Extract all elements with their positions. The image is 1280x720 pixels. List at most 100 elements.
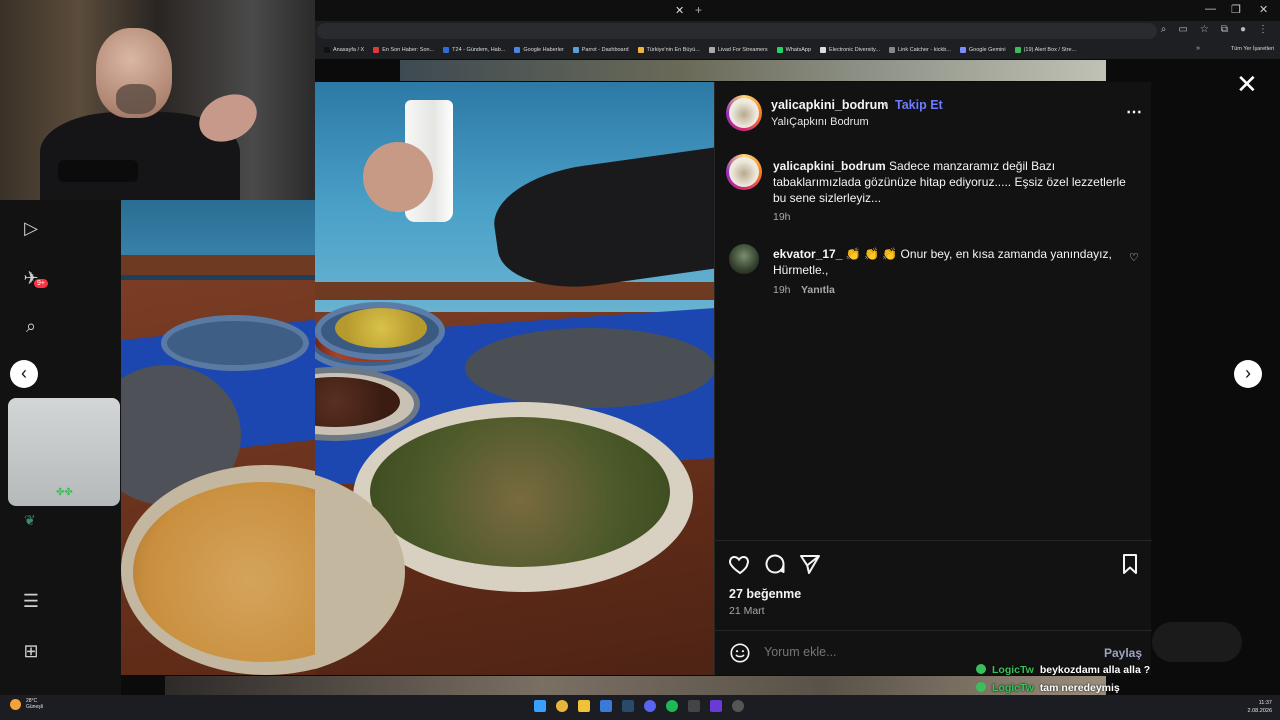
more-menu-icon[interactable]: ☰: [20, 590, 42, 612]
spotify-icon[interactable]: [666, 700, 678, 712]
comment-icon[interactable]: [763, 552, 787, 576]
bookmark-favicon-icon: [820, 47, 827, 53]
system-clock[interactable]: 11:37 2.08.2026: [1248, 699, 1272, 715]
bookmark-item[interactable]: Türkiye'nin En Büyü...: [637, 47, 700, 53]
next-post-button[interactable]: ›: [1234, 360, 1262, 388]
bookmark-label: Anasayfa / X: [333, 47, 365, 53]
bookmark-favicon-icon: [708, 47, 715, 53]
save-icon[interactable]: [1118, 552, 1142, 576]
like-comment-icon[interactable]: ♡: [1129, 251, 1139, 264]
leaf-icon: ❦: [24, 512, 36, 528]
close-tab-icon[interactable]: ✕: [675, 4, 684, 17]
bookmark-label: T24 - Gündem, Hab...: [452, 47, 506, 53]
bookmark-item[interactable]: (19) Alert Box / Stre...: [1014, 47, 1077, 53]
reply-button[interactable]: Yanıtla: [801, 284, 835, 296]
chat-text: tam neredeymiş: [1039, 682, 1120, 694]
discord-icon[interactable]: [644, 700, 656, 712]
bookmark-favicon-icon: [514, 47, 521, 53]
caption-username[interactable]: yalicapkini_bodrum: [773, 159, 886, 173]
chat-badge-icon: [976, 664, 986, 674]
previous-post-button[interactable]: ‹: [10, 360, 38, 388]
emoji-icon[interactable]: [729, 642, 751, 664]
search-icon[interactable]: ⌕: [20, 315, 42, 337]
like-icon[interactable]: [728, 552, 752, 576]
post-comment-button[interactable]: Paylaş: [1104, 646, 1142, 660]
obs-icon[interactable]: [732, 700, 744, 712]
extensions-icon[interactable]: ⧉: [1221, 24, 1228, 35]
bookmark-favicon-icon: [776, 47, 783, 53]
webcam-overlay: [0, 0, 315, 200]
share-icon[interactable]: [798, 552, 822, 576]
close-modal-button[interactable]: ✕: [1236, 71, 1258, 97]
url-field[interactable]: [317, 23, 1157, 39]
bookmark-item[interactable]: Link Catcher - kickb...: [888, 47, 951, 53]
steam-icon[interactable]: [622, 700, 634, 712]
comment: ekvator_17_ 👏 👏 👏 Onur bey, en kısa zama…: [773, 246, 1113, 278]
twitch-icon[interactable]: [710, 700, 722, 712]
chat-badge-icon: [976, 682, 986, 692]
zoom-icon[interactable]: ⌕: [1161, 24, 1167, 35]
caption-time: 19h: [773, 211, 791, 223]
divider: [715, 630, 1152, 631]
post-caption: yalicapkini_bodrum Sadece manzaramız değ…: [773, 158, 1133, 206]
hand: [363, 142, 433, 212]
chrome-icon[interactable]: [556, 700, 568, 712]
start-icon[interactable]: [534, 700, 546, 712]
follow-button[interactable]: Takip Et: [895, 98, 943, 112]
epic-games-icon[interactable]: [688, 700, 700, 712]
bookmark-item[interactable]: Anasayfa / X: [324, 47, 364, 53]
bookmark-item[interactable]: WhatsApp: [776, 47, 812, 53]
more-bookmarks-icon[interactable]: »: [1196, 45, 1200, 52]
file-explorer-icon[interactable]: [578, 700, 590, 712]
microphone: [58, 160, 138, 182]
apps-icon[interactable]: ⊞: [20, 640, 42, 662]
bookmarks-bar: Anasayfa / X En Son Haber: Son... T24 - Gü…: [315, 41, 1280, 59]
bookmark-item[interactable]: En Son Haber: Son...: [373, 47, 434, 53]
profile-icon[interactable]: ●: [1240, 24, 1246, 35]
caption-author-avatar[interactable]: [726, 154, 762, 190]
bookmark-favicon-icon: [443, 47, 450, 53]
clover-icon: ✤✤: [56, 487, 73, 498]
bookmark-label: (19) Alert Box / Stre...: [1023, 47, 1077, 53]
bookmark-favicon-icon: [888, 47, 895, 53]
bookmark-label: Türkiye'nin En Büyü...: [646, 47, 700, 53]
bookmark-label: WhatsApp: [785, 47, 812, 53]
post-photo-left: [121, 200, 315, 675]
bookmark-item[interactable]: Google Gemini: [959, 47, 1006, 53]
post-photo: [315, 82, 715, 675]
more-options-icon[interactable]: ⋯: [1126, 102, 1143, 122]
likes-count[interactable]: 27 beğenme: [729, 587, 801, 601]
bookmark-item[interactable]: Livad For Streamers: [708, 47, 768, 53]
bookmark-item[interactable]: Google Haberler: [514, 47, 564, 53]
bookmark-item[interactable]: Electronic Diversity...: [820, 47, 880, 53]
commenter-avatar[interactable]: [729, 244, 759, 274]
author-avatar[interactable]: [726, 95, 762, 131]
bookmark-item[interactable]: T24 - Gündem, Hab...: [443, 47, 505, 53]
new-tab-icon[interactable]: +: [695, 3, 702, 17]
all-bookmarks-folder[interactable]: Tüm Yer İşaretleri: [1231, 46, 1274, 52]
divider: [715, 540, 1152, 541]
comment-username[interactable]: ekvator_17_: [773, 247, 842, 261]
author-username[interactable]: yalicapkini_bodrum: [771, 98, 888, 112]
chat-username: LogicTw: [992, 682, 1034, 694]
background-image-strip: [165, 676, 1106, 695]
store-icon[interactable]: [600, 700, 612, 712]
bookmark-item[interactable]: Parrot - Dashboard: [572, 47, 629, 53]
bookmark-star-icon[interactable]: ☆: [1200, 24, 1209, 35]
menu-icon[interactable]: ⋮: [1258, 24, 1268, 35]
bookmark-favicon-icon: [373, 47, 380, 53]
maximize-icon[interactable]: ❐: [1231, 3, 1241, 16]
bookmark-favicon-icon: [324, 47, 330, 53]
windows-taskbar: 28°C Güneşli 11:37 2.08.2026: [0, 695, 1280, 720]
weather-widget[interactable]: 28°C Güneşli: [10, 698, 43, 710]
close-window-icon[interactable]: ✕: [1259, 3, 1268, 16]
comment-input[interactable]: [764, 645, 1064, 659]
cast-icon[interactable]: ▭: [1178, 24, 1187, 35]
location-label[interactable]: YalıÇapkını Bodrum: [771, 116, 869, 128]
bookmark-favicon-icon: [572, 47, 579, 53]
chat-text: beykozdamı alla alla ?: [1039, 664, 1151, 676]
reels-icon[interactable]: ▷: [20, 217, 42, 239]
clock-time: 11:37: [1258, 700, 1272, 706]
sun-icon: [10, 698, 21, 710]
minimize-icon[interactable]: —: [1205, 3, 1216, 15]
